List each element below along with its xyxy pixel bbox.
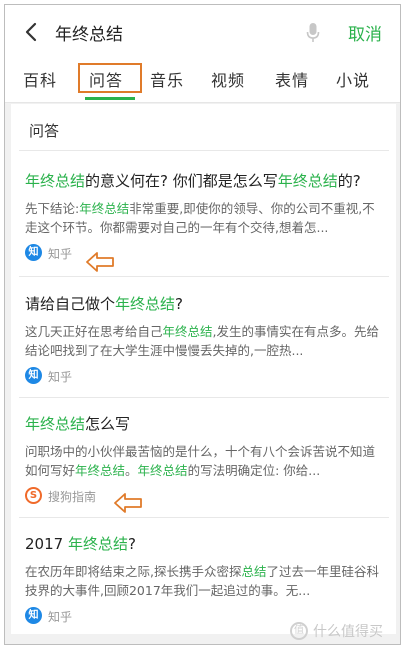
title-text: 的意义何在? 你们都是怎么写 <box>85 172 278 190</box>
search-input[interactable]: 年终总结 <box>55 20 123 45</box>
divider <box>19 517 389 518</box>
result-item[interactable]: 请给自己做个年终总结? 这几天正好在思考给自己年终总结,发生的事情实在有点多。先… <box>25 293 385 385</box>
category-tabs: 百科 问答 音乐 视频 表情 小说 <box>5 59 400 103</box>
snippet-text: 的写法明确定位: 你给... <box>187 463 321 478</box>
result-snippet: 在农历年即将结束之际,探长携手众密探总结了过去一年里硅谷科技界的大事件,回顾20… <box>25 562 385 600</box>
title-text: 的? <box>337 172 361 190</box>
title-text: ? <box>175 295 183 313</box>
snippet-text: 先下结论: <box>25 201 80 216</box>
highlight-keyword: 年终总结 <box>25 172 86 190</box>
zhihu-icon: 知 <box>25 367 42 384</box>
search-bar: 年终总结 取消 <box>5 5 400 59</box>
back-arrow-icon[interactable] <box>23 22 39 42</box>
highlight-keyword: 年终总结 <box>277 172 338 190</box>
highlight-keyword: 年终总结 <box>79 201 130 216</box>
tab-emoji[interactable]: 表情 <box>275 67 309 91</box>
zhihu-icon: 知 <box>25 607 42 624</box>
highlight-keyword: 年终总结 <box>115 295 176 313</box>
highlight-keyword: 年终总结 <box>137 463 188 478</box>
result-item[interactable]: 年终总结的意义何在? 你们都是怎么写年终总结的? 先下结论:年终总结非常重要,即… <box>25 170 385 262</box>
result-snippet: 问职场中的小伙伴最苦恼的是什么，十个有八个会诉苦说不知道如何写好年终总结。年终总… <box>25 442 385 480</box>
title-text: ? <box>127 535 136 553</box>
divider <box>19 276 389 277</box>
watermark-badge-icon: 值 <box>290 622 308 640</box>
title-text: 请给自己做个 <box>25 295 116 313</box>
title-text: 怎么写 <box>85 415 131 433</box>
zhihu-icon: 知 <box>25 244 42 261</box>
microphone-icon[interactable] <box>306 22 320 44</box>
highlight-keyword: 年终总结 <box>67 535 128 553</box>
source-name: 知乎 <box>48 610 73 624</box>
tab-music[interactable]: 音乐 <box>150 67 184 91</box>
annotation-arrow-icon <box>114 493 142 513</box>
highlight-keyword: 年终总结 <box>25 415 86 433</box>
source-name: 知乎 <box>48 370 73 384</box>
annotation-arrow-icon <box>86 252 114 272</box>
result-snippet: 先下结论:年终总结非常重要,即使你的领导、你的公司不重视,不走这个环节。你都需要… <box>25 199 385 237</box>
section-title: 问答 <box>29 122 60 140</box>
result-title[interactable]: 2017 年终总结? <box>25 533 385 555</box>
highlight-keyword: 年终总结 <box>162 324 213 339</box>
highlight-keyword: 总结 <box>241 564 267 579</box>
result-source: S 搜狗指南 <box>25 487 385 505</box>
title-text: 2017 <box>25 535 68 553</box>
result-source: 知 知乎 <box>25 244 385 262</box>
watermark-text: 什么值得买 <box>313 624 383 640</box>
app-screen: 年终总结 取消 百科 问答 音乐 视频 表情 小说 问答 年终总结的意义何在? … <box>4 4 401 645</box>
result-item[interactable]: 2017 年终总结? 在农历年即将结束之际,探长携手众密探总结了过去一年里硅谷科… <box>25 533 385 625</box>
result-title[interactable]: 请给自己做个年终总结? <box>25 293 385 315</box>
tab-baike[interactable]: 百科 <box>23 67 57 91</box>
highlight-keyword: 年终总结 <box>75 463 126 478</box>
snippet-text: 在农历年即将结束之际,探长携手众密探 <box>25 564 242 579</box>
snippet-text: 这几天正好在思考给自己 <box>25 324 163 339</box>
active-tab-underline <box>85 97 135 100</box>
cancel-button[interactable]: 取消 <box>348 20 382 45</box>
tab-video[interactable]: 视频 <box>211 67 245 91</box>
tab-novel[interactable]: 小说 <box>336 67 370 91</box>
divider <box>19 150 389 151</box>
result-title[interactable]: 年终总结的意义何在? 你们都是怎么写年终总结的? <box>25 170 385 192</box>
source-name: 搜狗指南 <box>48 490 97 504</box>
result-snippet: 这几天正好在思考给自己年终总结,发生的事情实在有点多。先给结论吧找到了在大学生涯… <box>25 322 385 360</box>
result-title[interactable]: 年终总结怎么写 <box>25 413 385 435</box>
divider <box>19 397 389 398</box>
active-tab-highlight-box <box>78 63 142 93</box>
results-panel: 问答 年终总结的意义何在? 你们都是怎么写年终总结的? 先下结论:年终总结非常重… <box>11 104 396 634</box>
sogou-icon: S <box>25 487 42 504</box>
result-source: 知 知乎 <box>25 367 385 385</box>
result-item[interactable]: 年终总结怎么写 问职场中的小伙伴最苦恼的是什么，十个有八个会诉苦说不知道如何写好… <box>25 413 385 505</box>
source-name: 知乎 <box>48 247 73 261</box>
snippet-text: 。 <box>125 463 138 478</box>
